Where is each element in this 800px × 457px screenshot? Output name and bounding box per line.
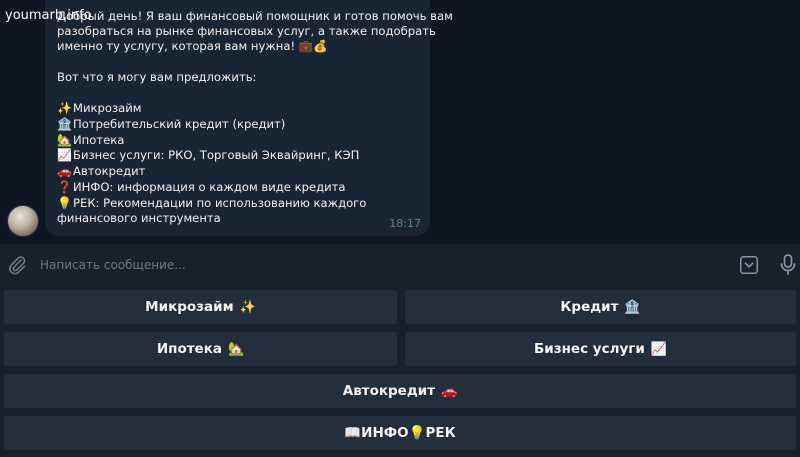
menu-item-info: ❓ИНФО: информация о каждом виде кредита — [57, 180, 346, 194]
message-line: финансового инструмента — [57, 211, 221, 225]
menu-item-business: 📈Бизнес услуги: РКО, Торговый Эквайринг,… — [57, 148, 360, 162]
lightbulb-icon: 💡 — [57, 196, 72, 210]
message-line: Добрый день! Я ваш финансовый помощник и… — [57, 9, 453, 23]
menu-item-rec: 💡РЕК: Рекомендации по использованию кажд… — [57, 196, 367, 210]
message-line: именно ту услугу, которая вам нужна! 💼💰 — [57, 39, 328, 53]
mortgage-button[interactable]: Ипотека 🏡 — [4, 332, 397, 366]
reply-keyboard: Микрозайм ✨ Кредит 🏦 Ипотека 🏡 Бизнес услуг… — [0, 286, 800, 457]
car-icon: 🚗 — [57, 164, 72, 178]
microphone-icon[interactable] — [778, 253, 798, 277]
sparkles-icon: ✨ — [239, 299, 256, 315]
info-rec-button[interactable]: 📖ИНФО💡РЕК — [4, 416, 796, 450]
keyboard-toggle-icon[interactable] — [738, 254, 760, 276]
watermark: youmarb.info — [5, 8, 92, 23]
house-icon: 🏡 — [57, 133, 72, 147]
message-line: разобраться на рынке финансовых услуг, а… — [57, 24, 436, 38]
menu-item-microloan: ✨Микрозайм — [57, 101, 142, 115]
menu-item-credit: 🏦Потребительский кредит (кредит) — [57, 117, 286, 131]
question-icon: ❓ — [57, 180, 72, 194]
bank-icon: 🏦 — [624, 299, 641, 315]
message-line: Вот что я могу вам предложить: — [57, 70, 257, 84]
credit-button[interactable]: Кредит 🏦 — [405, 290, 796, 324]
autoloan-button[interactable]: Автокредит 🚗 — [4, 374, 796, 408]
bot-avatar[interactable] — [7, 205, 39, 237]
chat-area: youmarb.info Добрый день! Я ваш финансов… — [0, 0, 800, 244]
menu-item-mortgage: 🏡Ипотека — [57, 133, 125, 147]
bank-icon: 🏦 — [57, 117, 72, 131]
car-icon: 🚗 — [441, 383, 458, 399]
message-input[interactable]: Написать сообщение... — [40, 256, 700, 274]
chart-icon: 📈 — [57, 148, 72, 162]
menu-item-autoloan: 🚗Автокредит — [57, 164, 146, 178]
paperclip-icon[interactable] — [6, 254, 28, 276]
house-icon: 🏡 — [227, 341, 245, 357]
composer-bar: Написать сообщение... — [0, 244, 800, 286]
microloan-button[interactable]: Микрозайм ✨ — [4, 290, 397, 324]
business-services-button[interactable]: Бизнес услуги 📈 — [405, 332, 796, 366]
message-time: 18:17 — [389, 217, 421, 230]
chart-icon: 📈 — [650, 341, 667, 357]
message-bubble: Добрый день! Я ваш финансовый помощник и… — [45, 0, 453, 236]
sparkles-icon: ✨ — [57, 101, 72, 115]
